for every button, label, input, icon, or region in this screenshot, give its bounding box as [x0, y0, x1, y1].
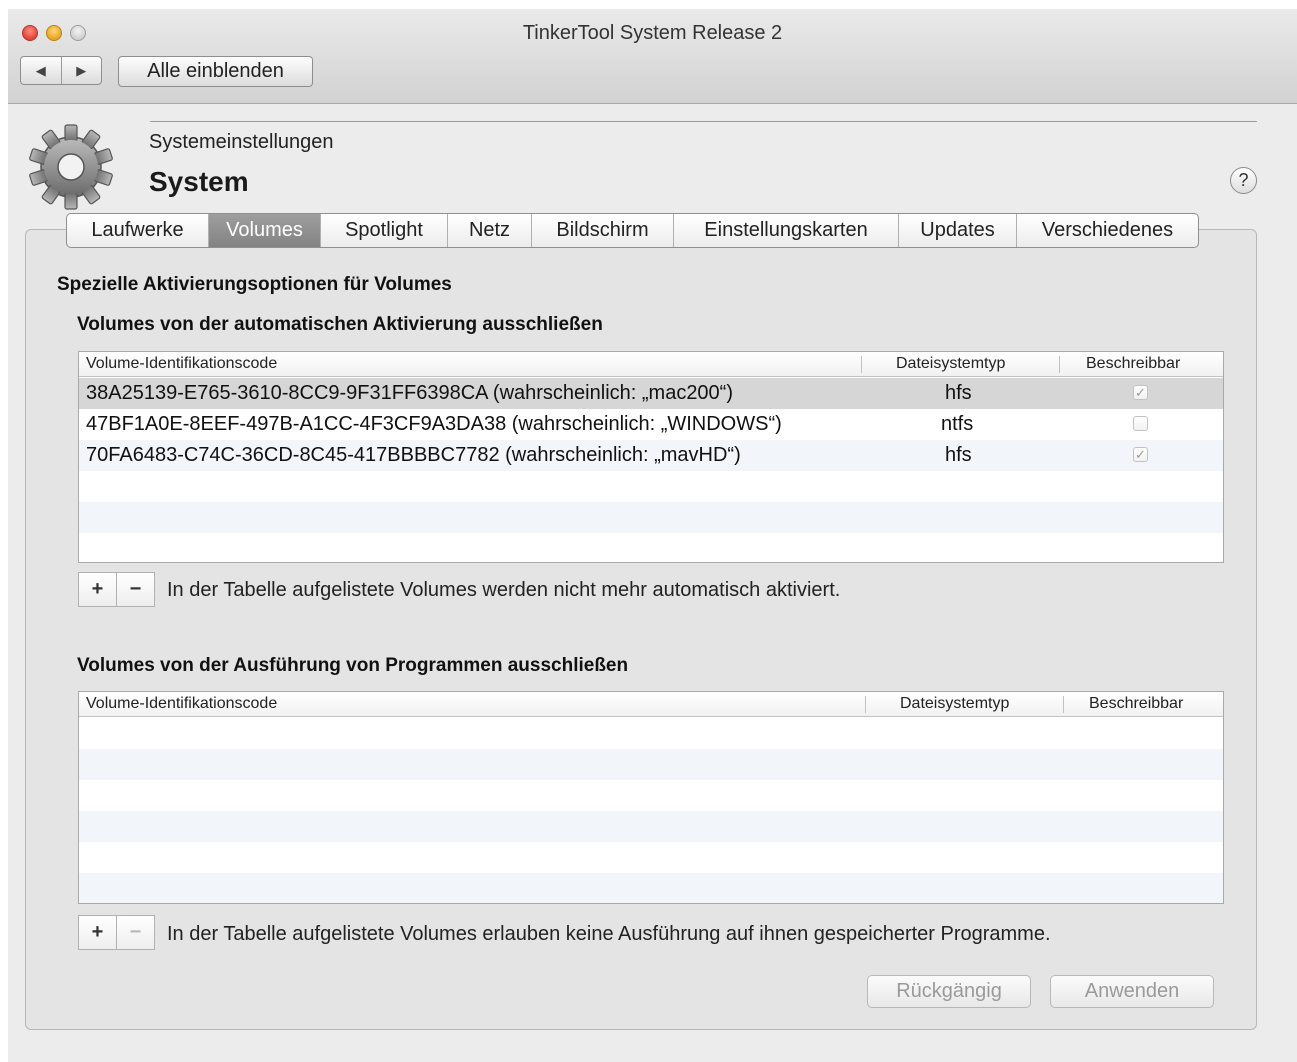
- column-header-writable[interactable]: Beschreibbar: [1086, 352, 1180, 376]
- empty-row: [79, 842, 1223, 873]
- empty-row: [79, 811, 1223, 842]
- mount-exclusion-table[interactable]: Volume-Identifikationscode Dateisystemty…: [78, 351, 1224, 563]
- filesystem-cell: ntfs: [941, 413, 974, 435]
- column-header-filesystem[interactable]: Dateisystemtyp: [896, 352, 1005, 376]
- empty-row: [79, 873, 1223, 903]
- tab-updates[interactable]: Updates: [898, 214, 1016, 247]
- exec-exclusion-title: Volumes von der Ausführung von Programme…: [77, 655, 629, 676]
- tab-bildschirm[interactable]: Bildschirm: [531, 214, 673, 247]
- remove-volume-button[interactable]: −: [116, 916, 154, 949]
- add-volume-button[interactable]: +: [79, 573, 116, 606]
- apply-button[interactable]: Anwenden: [1050, 975, 1214, 1008]
- tab-verschiedenes[interactable]: Verschiedenes: [1016, 214, 1198, 247]
- empty-row: [79, 502, 1223, 533]
- column-divider: [861, 356, 862, 373]
- exec-exclusion-table[interactable]: Volume-Identifikationscode Dateisystemty…: [78, 691, 1224, 904]
- empty-row: [79, 780, 1223, 811]
- forward-arrow-icon[interactable]: ▶: [60, 57, 102, 84]
- empty-row: [79, 533, 1223, 562]
- table-row[interactable]: 38A25139-E765-3610-8CC9-9F31FF6398CA (wa…: [79, 378, 1223, 409]
- empty-row: [79, 471, 1223, 502]
- writable-checkbox[interactable]: [1133, 416, 1148, 431]
- column-divider: [1059, 356, 1060, 373]
- column-header-volume-id[interactable]: Volume-Identifikationscode: [86, 692, 277, 716]
- tab-content-box: [25, 229, 1257, 1030]
- nav-back-forward: ◀ ▶: [20, 56, 102, 85]
- column-header-volume-id[interactable]: Volume-Identifikationscode: [86, 352, 277, 376]
- revert-button[interactable]: Rückgängig: [867, 975, 1031, 1008]
- mount-add-remove-control: + −: [78, 572, 155, 607]
- tab-bar: Laufwerke Volumes Spotlight Netz Bildsch…: [66, 213, 1199, 248]
- tab-spotlight[interactable]: Spotlight: [320, 214, 447, 247]
- remove-volume-button[interactable]: −: [116, 573, 154, 606]
- section-title: Spezielle Aktivierungsoptionen für Volum…: [57, 274, 452, 295]
- tab-laufwerke[interactable]: Laufwerke: [67, 214, 208, 247]
- title-bar: TinkerTool System Release 2 ◀ ▶ Alle ein…: [8, 9, 1297, 104]
- mount-exclusion-title: Volumes von der automatischen Aktivierun…: [77, 314, 603, 335]
- pane-title: System: [149, 166, 249, 197]
- tab-einstellungskarten[interactable]: Einstellungskarten: [673, 214, 898, 247]
- writable-checkbox[interactable]: ✓: [1133, 447, 1148, 462]
- volume-id-cell: 70FA6483-C74C-36CD-8C45-417BBBBC7782 (wa…: [86, 444, 741, 466]
- writable-checkbox[interactable]: ✓: [1133, 385, 1148, 400]
- table-header: Volume-Identifikationscode Dateisystemty…: [79, 692, 1223, 717]
- window-title: TinkerTool System Release 2: [522, 22, 783, 44]
- header-divider: [150, 121, 1257, 122]
- table-header: Volume-Identifikationscode Dateisystemty…: [79, 352, 1223, 377]
- column-header-writable[interactable]: Beschreibbar: [1089, 692, 1183, 716]
- empty-row: [79, 718, 1223, 749]
- help-button[interactable]: ?: [1230, 167, 1257, 194]
- table-row[interactable]: 70FA6483-C74C-36CD-8C45-417BBBBC7782 (wa…: [79, 440, 1223, 471]
- pane-category: Systemeinstellungen: [149, 131, 334, 153]
- gear-icon: [29, 124, 113, 210]
- column-divider: [1063, 696, 1064, 713]
- empty-row: [79, 749, 1223, 780]
- back-arrow-icon[interactable]: ◀: [21, 57, 61, 84]
- add-volume-button[interactable]: +: [79, 916, 116, 949]
- show-all-button[interactable]: Alle einblenden: [118, 56, 313, 87]
- tab-volumes[interactable]: Volumes: [208, 214, 320, 247]
- table-row[interactable]: 47BF1A0E-8EEF-497B-A1CC-4F3CF9A3DA38 (wa…: [79, 409, 1223, 440]
- tab-netz[interactable]: Netz: [447, 214, 531, 247]
- volume-id-cell: 47BF1A0E-8EEF-497B-A1CC-4F3CF9A3DA38 (wa…: [86, 413, 782, 435]
- exec-exclusion-note: In der Tabelle aufgelistete Volumes erla…: [167, 923, 1051, 945]
- volume-id-cell: 38A25139-E765-3610-8CC9-9F31FF6398CA (wa…: [86, 382, 734, 404]
- column-divider: [865, 696, 866, 713]
- column-header-filesystem[interactable]: Dateisystemtyp: [900, 692, 1009, 716]
- exec-add-remove-control: + −: [78, 915, 155, 950]
- mount-exclusion-note: In der Tabelle aufgelistete Volumes werd…: [167, 579, 841, 601]
- filesystem-cell: hfs: [945, 382, 972, 404]
- filesystem-cell: hfs: [945, 444, 972, 466]
